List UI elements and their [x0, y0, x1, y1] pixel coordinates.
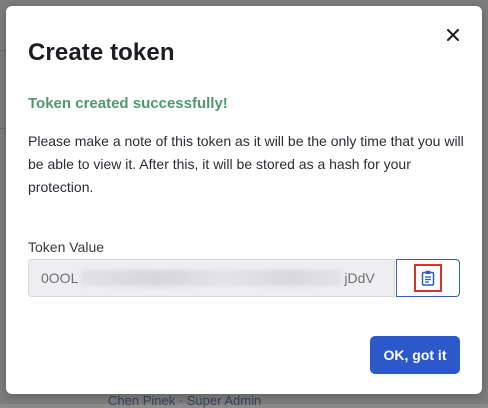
clipboard-icon — [421, 270, 435, 286]
token-value-label: Token Value — [28, 239, 105, 255]
token-prefix: 0OOL — [41, 270, 79, 286]
background-user-text: Chen Pinek · Super Admin — [108, 393, 262, 408]
token-suffix: jDdV — [344, 270, 375, 286]
token-redacted — [80, 270, 343, 286]
close-button[interactable] — [442, 24, 464, 46]
token-value-field[interactable]: 0OOL jDdV — [28, 259, 395, 297]
dialog-title: Create token — [28, 39, 175, 66]
success-message: Token created successfully! — [28, 95, 228, 112]
close-icon — [447, 29, 459, 41]
copy-button-highlight — [414, 264, 442, 292]
ok-got-it-button[interactable]: OK, got it — [370, 336, 460, 374]
copy-token-button[interactable] — [396, 259, 460, 297]
create-token-dialog: Create token Token created successfully!… — [6, 6, 482, 394]
token-note: Please make a note of this token as it w… — [28, 133, 464, 195]
